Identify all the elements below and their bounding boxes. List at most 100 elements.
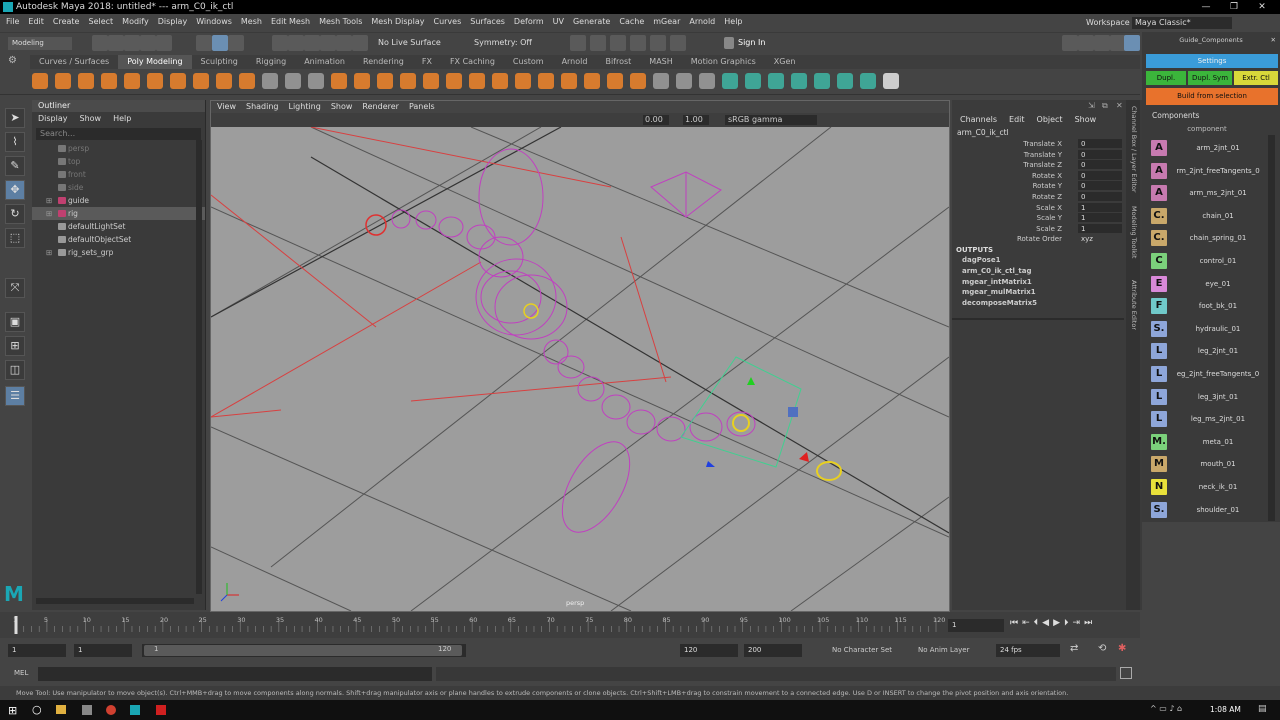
component-item[interactable]: Arm_2jnt_freeTangents_0 [1148, 161, 1266, 181]
shelf-tool-icon[interactable] [308, 73, 324, 89]
component-item[interactable]: Mmouth_01 [1148, 454, 1266, 474]
channel-attribute-value[interactable]: 1 [1078, 213, 1122, 223]
component-item[interactable]: S. hydraulic_01 [1148, 319, 1266, 339]
save-scene-icon[interactable] [124, 35, 140, 51]
render-view-icon[interactable] [650, 35, 666, 51]
expand-icon[interactable]: ⊞ [46, 246, 52, 259]
channel-attribute-row[interactable]: Scale Y 1 [952, 213, 1122, 223]
menu-display[interactable]: Display [158, 17, 188, 26]
shelf-tab-poly-modeling[interactable]: Poly Modeling [118, 55, 192, 69]
menu-arnold[interactable]: Arnold [689, 17, 715, 26]
viewport-menu-show[interactable]: Show [331, 102, 353, 111]
shelf-tool-icon[interactable] [768, 73, 784, 89]
menu-surfaces[interactable]: Surfaces [470, 17, 505, 26]
shelf-tab-xgen[interactable]: XGen [765, 55, 805, 69]
viewport-menu-shading[interactable]: Shading [246, 102, 279, 111]
channel-attribute-value[interactable]: 1 [1078, 202, 1122, 212]
viewport-menu-panels[interactable]: Panels [409, 102, 435, 111]
channel-box-menu-show[interactable]: Show [1075, 115, 1097, 124]
range-handle[interactable] [144, 645, 462, 656]
current-time-marker[interactable] [14, 616, 18, 634]
shelf-tool-icon[interactable] [515, 73, 531, 89]
shelf-tab-fx-caching[interactable]: FX Caching [441, 55, 504, 69]
shelf-tool-icon[interactable] [147, 73, 163, 89]
shelf-tool-icon[interactable] [124, 73, 140, 89]
select-tool-icon[interactable]: ➤ [5, 108, 25, 128]
single-view-layout-icon[interactable]: ▣ [5, 312, 25, 332]
component-item[interactable]: S. shoulder_01 [1148, 500, 1266, 520]
menu-create[interactable]: Create [53, 17, 80, 26]
shelf-tab-motion-graphics[interactable]: Motion Graphics [682, 55, 765, 69]
channel-attribute-row[interactable]: Scale X 1 [952, 202, 1122, 213]
windows-start-icon[interactable]: ⊞ [8, 704, 17, 717]
shelf-tool-icon[interactable] [676, 73, 692, 89]
modeling-toolkit-toggle-icon[interactable] [1062, 35, 1078, 51]
outliner-item[interactable]: front [32, 168, 205, 181]
channel-attribute-value[interactable]: 0 [1078, 181, 1122, 191]
render-icon[interactable] [570, 35, 586, 51]
shelf-settings-icon[interactable]: ⚙ [8, 55, 22, 69]
menu-modify[interactable]: Modify [122, 17, 149, 26]
minimize-button[interactable]: — [1196, 0, 1216, 14]
component-item[interactable]: Nneck_ik_01 [1148, 477, 1266, 497]
duplicate-symmetry-button[interactable]: Dupl. Sym [1188, 71, 1232, 85]
outliner-item[interactable]: side [32, 181, 205, 194]
menu-select[interactable]: Select [88, 17, 113, 26]
select-component-icon[interactable] [228, 35, 244, 51]
shelf-tab-sculpting[interactable]: Sculpting [192, 55, 247, 69]
attribute-editor-toggle-icon[interactable] [1078, 35, 1094, 51]
task-view-icon[interactable] [56, 705, 66, 714]
shelf-tab-arnold[interactable]: Arnold [553, 55, 597, 69]
channel-box-close-icon[interactable]: ✕ [1116, 101, 1123, 110]
outliner-search-input[interactable]: Search... [36, 128, 201, 140]
go-to-end-icon[interactable]: ⏭ [1084, 618, 1096, 628]
shelf-tab-fx[interactable]: FX [413, 55, 441, 69]
channel-attribute-value[interactable]: xyz [1078, 234, 1122, 243]
menu-curves[interactable]: Curves [433, 17, 461, 26]
guide-tab[interactable]: Guide_Components ✕ [1142, 34, 1280, 46]
outliner-menu-help[interactable]: Help [113, 114, 131, 123]
viewport-panel[interactable]: View Shading Lighting Show Renderer Panels 0.… [210, 100, 950, 612]
snap-curve-icon[interactable] [288, 35, 304, 51]
workspace-selector[interactable]: Workspace : Maya Classic* [1086, 17, 1236, 29]
outliner-item[interactable]: top [32, 155, 205, 168]
arnold-render-icon[interactable] [670, 35, 686, 51]
two-view-layout-icon[interactable]: ◫ [5, 360, 25, 380]
outliner-item[interactable]: persp [32, 142, 205, 155]
character-set-dropdown[interactable]: No Character Set [832, 646, 892, 654]
maya-taskbar-icon[interactable] [130, 705, 140, 715]
step-forward-key-icon[interactable]: ⇥ [1073, 618, 1085, 628]
four-view-layout-icon[interactable]: ⊞ [5, 336, 25, 356]
select-object-icon[interactable] [212, 35, 228, 51]
shelf-tool-icon[interactable] [55, 73, 71, 89]
tool-settings-toggle-icon[interactable] [1094, 35, 1110, 51]
channel-attribute-row[interactable]: Rotate Z 0 [952, 192, 1122, 202]
component-item[interactable]: Eeye_01 [1148, 274, 1266, 294]
build-from-selection-button[interactable]: Build from selection [1146, 88, 1278, 105]
step-back-key-icon[interactable]: ⇤ [1022, 618, 1034, 628]
menu-mesh[interactable]: Mesh [241, 17, 262, 26]
search-icon[interactable]: ○ [32, 703, 42, 716]
shelf-tab-rigging[interactable]: Rigging [247, 55, 295, 69]
channel-attribute-row[interactable]: Translate Z 0 [952, 160, 1122, 170]
channel-attribute-row[interactable]: Translate Y 0 [952, 149, 1122, 160]
shelf-tool-icon[interactable] [354, 73, 370, 89]
shelf-tab-bifrost[interactable]: Bifrost [596, 55, 640, 69]
new-scene-icon[interactable] [92, 35, 108, 51]
settings-button[interactable]: Settings [1146, 54, 1278, 68]
menu-help[interactable]: Help [724, 17, 742, 26]
component-item[interactable]: Lleg_ms_2jnt_01 [1148, 409, 1266, 429]
shelf-tab-custom[interactable]: Custom [504, 55, 553, 69]
shelf-tool-icon[interactable] [699, 73, 715, 89]
component-item[interactable]: Ccontrol_01 [1148, 251, 1266, 271]
channel-attribute-row[interactable]: Rotate Y 0 [952, 181, 1122, 191]
snap-point-icon[interactable] [304, 35, 320, 51]
output-node[interactable]: decomposeMatrix5 [962, 299, 1037, 307]
shelf-tool-icon[interactable] [653, 73, 669, 89]
component-item[interactable]: M. meta_01 [1148, 432, 1266, 452]
snap-surface-icon[interactable] [336, 35, 352, 51]
menu-mgear[interactable]: mGear [653, 17, 680, 26]
script-editor-icon[interactable] [1120, 667, 1132, 679]
magnet-icon[interactable] [352, 35, 368, 51]
channel-box-menu-object[interactable]: Object [1037, 115, 1063, 124]
